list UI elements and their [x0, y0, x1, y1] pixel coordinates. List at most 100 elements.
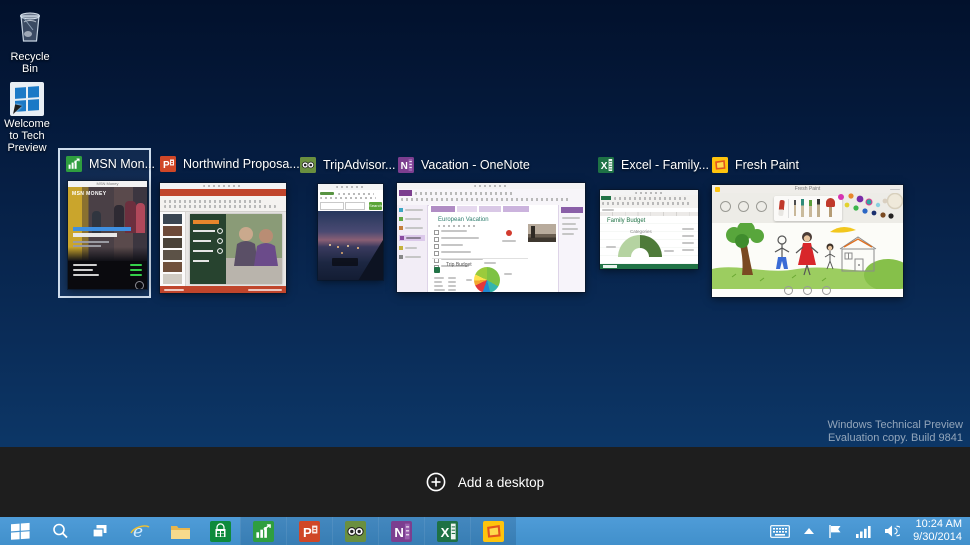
desktop-icon-recycle-bin[interactable]: Recycle Bin: [2, 8, 58, 75]
svg-text:e: e: [133, 522, 143, 542]
keyboard-icon: [770, 524, 790, 538]
store-button[interactable]: [200, 517, 240, 545]
taskbar-clock[interactable]: 10:24 AM 9/30/2014: [913, 518, 962, 544]
powerpoint-thumbnail: [160, 183, 286, 293]
ppt-slide-photo: [190, 214, 282, 284]
plus-circle-icon: [426, 472, 446, 492]
recycle-bin-icon: [13, 12, 47, 48]
tripadvisor-app-icon: [300, 157, 316, 173]
onenote-budget-section: Trip Budget: [432, 258, 528, 292]
fresh-paint-thumbnail: Fresh Paint: [712, 185, 903, 297]
onenote-pin-icon: [506, 230, 512, 236]
freshpaint-brush-panel: [774, 196, 842, 221]
svg-text:N: N: [394, 524, 403, 539]
onenote-pie-chart: [474, 267, 500, 292]
task-view-icon: [91, 522, 109, 540]
excel-doughnut-chart: [618, 235, 662, 257]
onenote-photo: [528, 224, 556, 242]
window-title: Northwind Proposa...: [183, 157, 300, 171]
msn-photo: [68, 187, 147, 261]
tripadvisor-thumbnail: Search: [318, 184, 383, 280]
fresh-paint-app-icon: [712, 157, 728, 173]
taskbar-app-tripadvisor[interactable]: [332, 517, 378, 545]
taskbar-app-fresh-paint[interactable]: [470, 517, 516, 545]
excel-app-icon: X: [598, 157, 614, 173]
volume-button[interactable]: [884, 524, 901, 538]
onenote-page-title: European Vacation: [438, 217, 489, 223]
freshpaint-toolbar: [712, 193, 903, 223]
internet-explorer-button[interactable]: e: [120, 517, 160, 545]
desktop: Recycle Bin Welcome to Tech Preview .tv-…: [0, 0, 970, 545]
window-title: MSN Mon...: [89, 157, 155, 171]
system-tray: 10:24 AM 9/30/2014: [770, 517, 970, 545]
file-explorer-button[interactable]: [160, 517, 200, 545]
powerpoint-app-icon: P: [160, 156, 176, 172]
desktop-icon-welcome-to-tech-preview[interactable]: Welcome to Tech Preview: [0, 82, 55, 154]
excel-thumbnail: Family Budget Categories: [600, 190, 698, 269]
search-button[interactable]: [40, 517, 80, 545]
ppt-slide-panel: [160, 212, 186, 286]
add-desktop-button[interactable]: Add a desktop: [420, 471, 550, 493]
store-icon: [209, 520, 231, 542]
onenote-right-pane: [558, 205, 585, 292]
svg-text:N: N: [401, 161, 408, 172]
ppt-ribbon-tabs: [160, 189, 286, 196]
add-desktop-bar: Add a desktop: [0, 447, 970, 517]
network-signal-icon: [856, 525, 871, 538]
onenote-icon: N: [391, 520, 412, 542]
touch-keyboard-button[interactable]: [770, 524, 790, 538]
onenote-page: European Vacation Trip Budget: [428, 212, 558, 292]
windows-start-icon: [10, 522, 30, 541]
ppt-ribbon: [160, 196, 286, 212]
taskbar-app-powerpoint[interactable]: P: [286, 517, 332, 545]
tripadvisor-photo: [318, 211, 383, 280]
svg-text:P: P: [303, 524, 312, 539]
msn-headline: [73, 227, 135, 247]
window-title: Vacation - OneNote: [421, 158, 530, 172]
svg-text:X: X: [601, 161, 608, 172]
msn-money-icon: [253, 520, 274, 542]
welcome-tech-preview-icon: [10, 82, 44, 116]
evaluation-watermark: Windows Technical Preview Evaluation cop…: [827, 419, 963, 444]
desktop-icon-label: Recycle Bin: [10, 51, 50, 75]
msn-money-app-icon: [66, 156, 82, 172]
excel-icon: X: [437, 520, 458, 542]
onenote-ribbon: [397, 189, 585, 206]
onenote-budget-title: Trip Budget: [446, 262, 472, 268]
start-button[interactable]: [0, 517, 40, 545]
action-center-button[interactable]: [828, 524, 843, 539]
window-title: TripAdvisor...: [323, 158, 396, 172]
tripadvisor-search-button: Search: [369, 201, 382, 210]
excel-sheet-title: Family Budget: [607, 218, 646, 224]
msn-money-logo: MSN MONEY: [72, 191, 107, 197]
task-view-button[interactable]: [80, 517, 120, 545]
clock-date: 9/30/2014: [913, 531, 962, 543]
ppt-slide: [190, 214, 282, 284]
watermark-line1: Windows Technical Preview: [827, 419, 963, 431]
show-hidden-icons-button[interactable]: [803, 527, 815, 535]
window-title: Fresh Paint: [735, 158, 799, 172]
excel-status-bar: [600, 264, 698, 269]
fresh-paint-icon: [483, 520, 504, 542]
svg-text:P: P: [163, 160, 170, 171]
taskbar-app-excel[interactable]: X: [424, 517, 470, 545]
clock-time: 10:24 AM: [915, 518, 962, 530]
browser-header: Search: [318, 190, 383, 212]
window-title: Excel - Family...: [621, 158, 709, 172]
taskbar-app-msn-money[interactable]: [240, 517, 286, 545]
powerpoint-icon: P: [299, 520, 320, 542]
ppt-status-bar: [160, 286, 286, 293]
add-desktop-label: Add a desktop: [457, 474, 545, 490]
freshpaint-bottom-buttons: [712, 286, 903, 295]
internet-explorer-icon: e: [129, 520, 151, 542]
flag-icon: [829, 524, 841, 538]
desktop-icon-label: Welcome to Tech Preview: [4, 118, 50, 154]
watermark-line2: Evaluation copy. Build 9841: [828, 431, 963, 444]
speaker-icon: [885, 525, 901, 537]
freshpaint-color-dots: [838, 193, 903, 219]
onenote-app-icon: N: [398, 157, 414, 173]
taskbar-app-onenote[interactable]: N: [378, 517, 424, 545]
file-explorer-icon: [170, 523, 191, 540]
taskbar: e P N X 10:24 AM 9/30/2014: [0, 517, 970, 545]
network-button[interactable]: [856, 525, 871, 538]
